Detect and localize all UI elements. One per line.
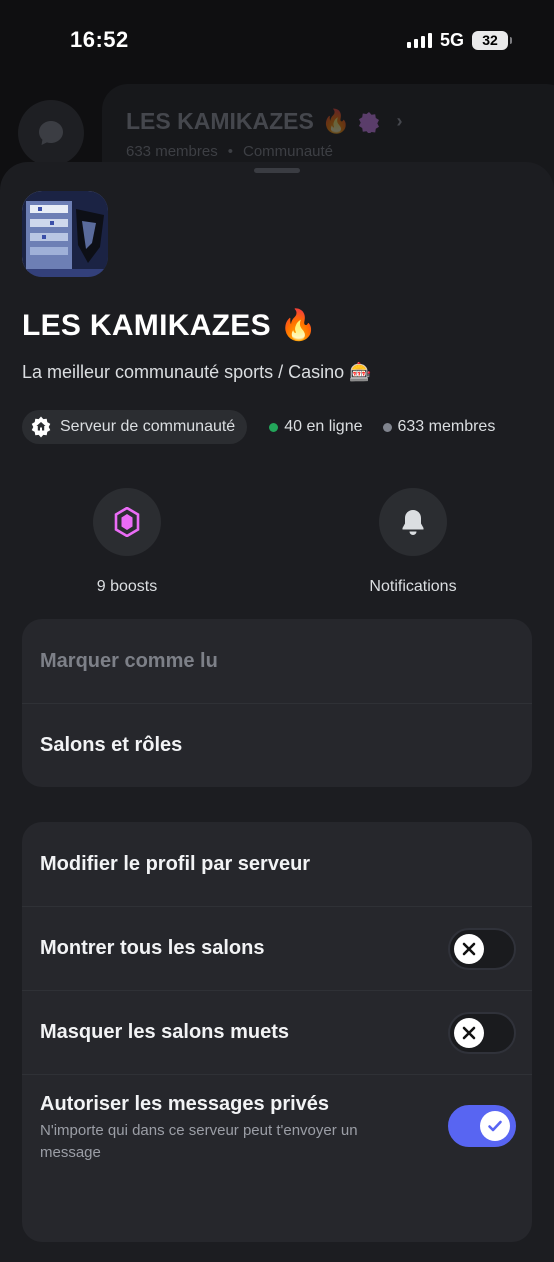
menu-group-read: Marquer comme lu Salons et rôles xyxy=(22,619,532,787)
notifications-label: Notifications xyxy=(369,578,457,595)
background-members: 633 membres xyxy=(126,143,218,160)
show-all-channels-toggle[interactable] xyxy=(448,928,516,970)
background-server-meta: 633 membres • Communauté xyxy=(126,143,554,160)
status-time: 16:52 xyxy=(70,27,129,52)
edit-server-profile-label: Modifier le profil par serveur xyxy=(40,852,311,875)
member-count: 633 membres xyxy=(382,418,496,436)
boosts-label: 9 boosts xyxy=(96,578,158,595)
allow-dms-sublabel: N'importe qui dans ce serveur peut t'env… xyxy=(40,1122,358,1161)
boost-gem-icon xyxy=(114,507,140,537)
server-description-text: La meilleur communauté sports / Casino xyxy=(22,362,345,382)
bell-icon xyxy=(402,510,424,535)
menu-group-settings: Modifier le profil par serveur Montrer t… xyxy=(22,822,532,1242)
online-dot-icon xyxy=(269,422,279,432)
edit-server-profile-item[interactable]: Modifier le profil par serveur xyxy=(22,822,532,906)
community-house-icon xyxy=(31,416,51,438)
server-name: LES KAMIKAZES xyxy=(22,309,271,342)
online-text: 40 en ligne xyxy=(284,418,363,435)
members-text: 633 membres xyxy=(397,418,496,435)
close-icon xyxy=(462,942,476,956)
members-dot-icon xyxy=(382,422,392,432)
hide-muted-channels-toggle[interactable] xyxy=(448,1012,516,1054)
show-all-channels-item[interactable]: Montrer tous les salons xyxy=(22,906,532,990)
drag-handle[interactable] xyxy=(254,168,300,173)
toggle-knob xyxy=(454,934,484,964)
online-count: 40 en ligne xyxy=(269,418,363,436)
mark-as-read-label: Marquer comme lu xyxy=(40,649,218,672)
show-all-channels-label: Montrer tous les salons xyxy=(40,937,265,959)
boosts-button[interactable]: 9 boosts xyxy=(47,488,207,596)
battery-level: 32 xyxy=(482,32,498,48)
allow-dms-item[interactable]: Autoriser les messages privés N'importe … xyxy=(22,1074,532,1184)
notifications-button[interactable]: Notifications xyxy=(333,488,493,596)
close-icon xyxy=(462,1026,476,1040)
allow-dms-toggle[interactable] xyxy=(448,1105,516,1147)
background-category: Communauté xyxy=(242,143,334,160)
status-bar: 16:52 5G 32 xyxy=(0,0,554,80)
background-server-name: LES KAMIKAZES xyxy=(126,108,314,134)
check-icon xyxy=(488,1120,502,1132)
status-indicators: 5G 32 xyxy=(406,29,512,51)
quick-actions: 9 boosts Notifications xyxy=(0,488,554,598)
signal-icon xyxy=(406,32,432,48)
partner-badge-icon xyxy=(359,111,380,133)
background-separator: • xyxy=(227,143,233,160)
notifications-icon-circle xyxy=(379,488,447,556)
channels-and-roles-item[interactable]: Salons et rôles xyxy=(22,703,532,787)
hide-muted-channels-item[interactable]: Masquer les salons muets xyxy=(22,990,532,1074)
toggle-knob xyxy=(454,1018,484,1048)
network-type: 5G xyxy=(439,29,464,50)
mark-as-read-item[interactable]: Marquer comme lu xyxy=(22,619,532,703)
community-server-chip[interactable]: Serveur de communauté xyxy=(22,410,248,444)
hide-muted-channels-label: Masquer les salons muets xyxy=(40,1021,289,1043)
server-description: La meilleur communauté sports / Casino 🎰 xyxy=(22,362,372,383)
community-label: Serveur de communauté xyxy=(60,418,236,435)
fire-emoji: 🔥 xyxy=(321,108,351,134)
battery-icon: 32 xyxy=(472,30,512,50)
fire-emoji: 🔥 xyxy=(279,309,318,342)
slot-machine-emoji: 🎰 xyxy=(349,362,372,382)
channels-and-roles-label: Salons et rôles xyxy=(40,734,183,756)
server-stats: Serveur de communauté 40 en ligne 633 me… xyxy=(22,410,495,444)
toggle-knob xyxy=(480,1111,510,1141)
server-title: LES KAMIKAZES 🔥 xyxy=(22,308,317,343)
allow-dms-label: Autoriser les messages privés xyxy=(40,1093,330,1115)
boosts-icon-circle xyxy=(93,488,161,556)
chat-bubble-icon xyxy=(18,100,84,166)
server-info-sheet: LES KAMIKAZES 🔥 La meilleur communauté s… xyxy=(0,162,554,1262)
server-icon xyxy=(22,191,108,277)
background-server-title: LES KAMIKAZES 🔥 › xyxy=(126,108,554,135)
chevron-right-icon: › xyxy=(396,111,403,131)
